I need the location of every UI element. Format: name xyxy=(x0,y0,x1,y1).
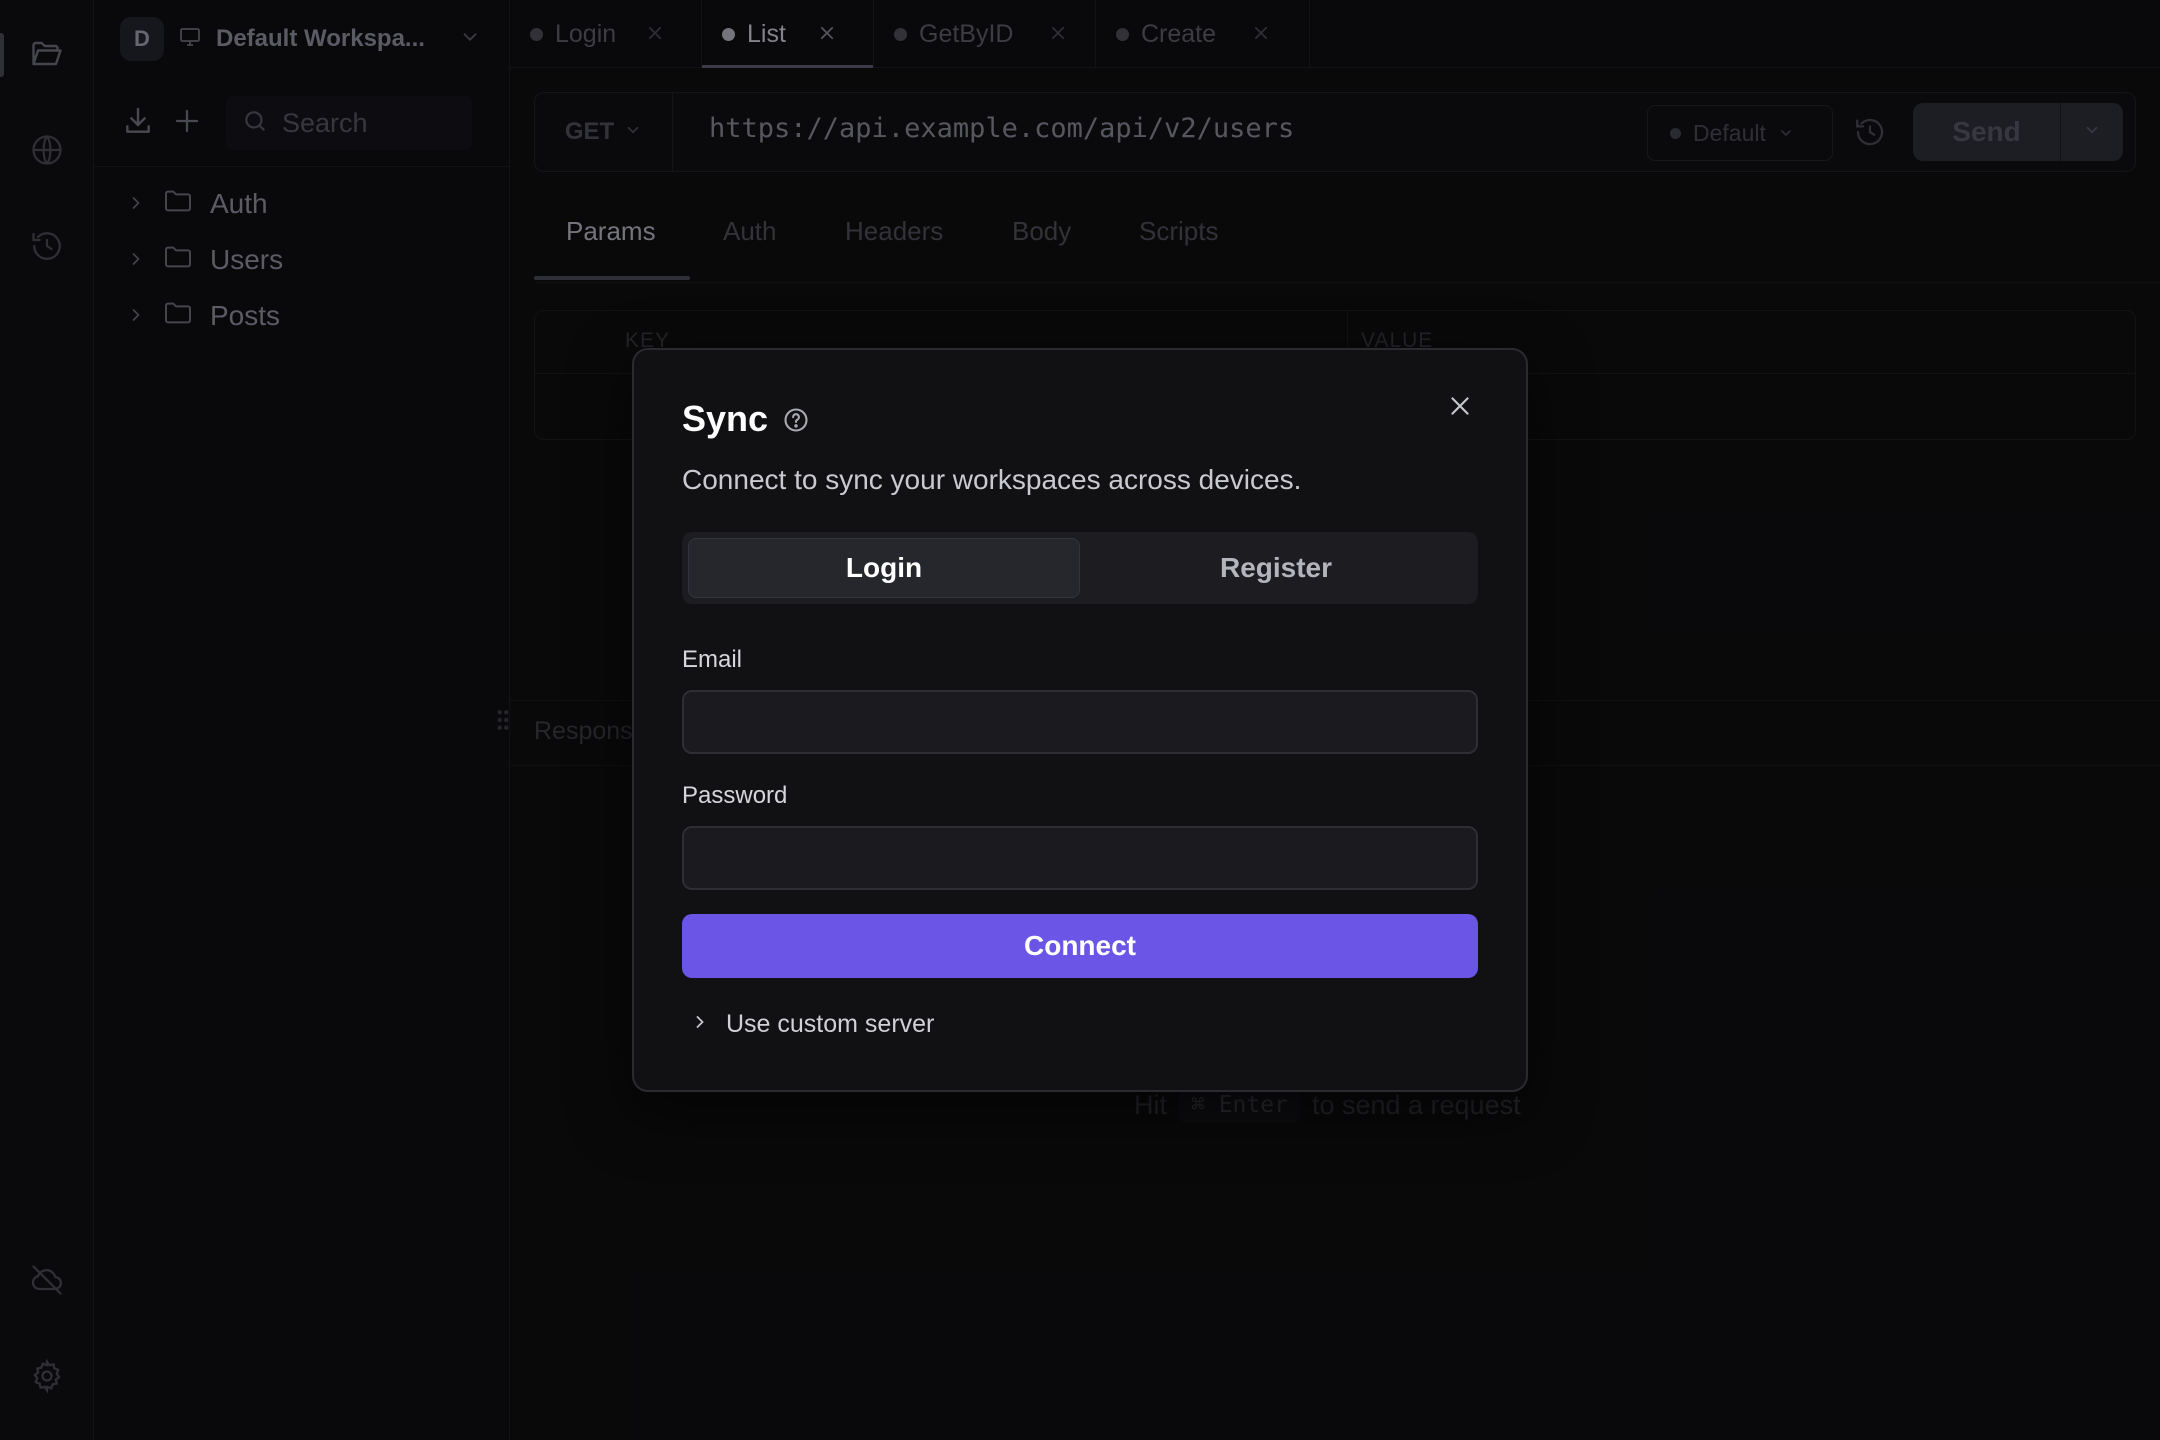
dialog-subtitle: Connect to sync your workspaces across d… xyxy=(682,464,1302,495)
password-field[interactable] xyxy=(682,826,1478,890)
password-label: Password xyxy=(682,782,788,809)
help-circle-icon[interactable] xyxy=(782,406,810,439)
sync-dialog: Sync Connect to sync your workspaces acr… xyxy=(632,348,1528,1092)
custom-server-label: Use custom server xyxy=(726,1010,935,1038)
close-icon xyxy=(1447,393,1473,424)
custom-server-toggle[interactable]: Use custom server xyxy=(690,1010,934,1039)
email-field[interactable] xyxy=(682,690,1478,754)
connect-button[interactable]: Connect xyxy=(682,914,1478,978)
chevron-right-icon xyxy=(690,1010,710,1039)
register-segment[interactable]: Register xyxy=(1080,538,1472,598)
email-label: Email xyxy=(682,646,743,673)
login-segment[interactable]: Login xyxy=(688,538,1080,598)
auth-mode-toggle: Login Register xyxy=(682,532,1478,604)
dialog-title: Sync xyxy=(682,398,769,439)
close-button[interactable] xyxy=(1438,386,1482,430)
